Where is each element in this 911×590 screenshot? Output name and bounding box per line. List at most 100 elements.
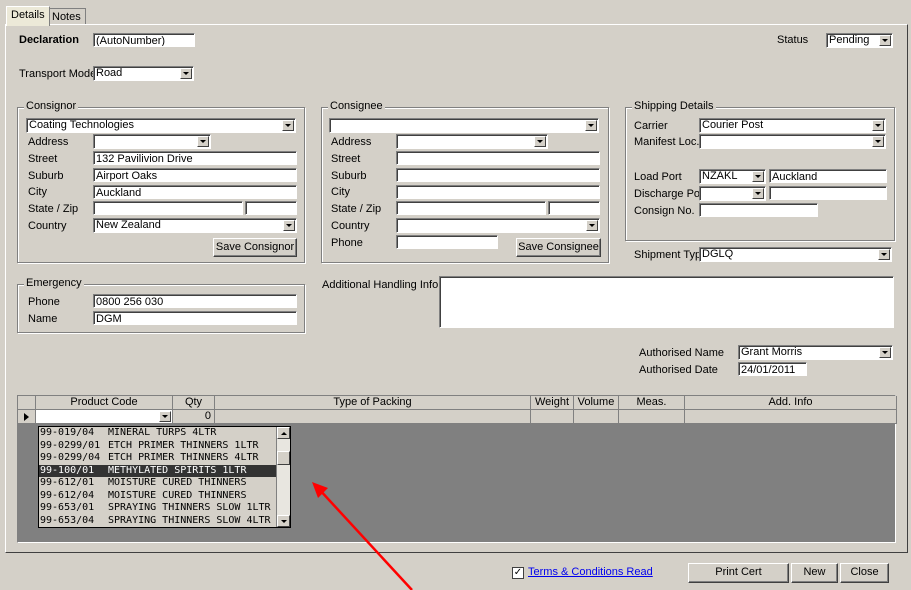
option-code: 99-612/01 [40,477,95,488]
option-code: 99-653/01 [40,502,95,513]
discharge-port-select[interactable] [699,186,766,201]
dropdown-option[interactable]: 99-653/04 SPRAYING THINNERS SLOW 4LTR [39,515,277,528]
col-meas[interactable]: Meas. [619,396,685,410]
dropdown-option[interactable]: 99-0299/01 ETCH PRIMER THINNERS 1LTR [39,440,277,453]
col-volume[interactable]: Volume [574,396,619,410]
consignee-phone-field[interactable] [396,235,498,249]
chevron-down-icon[interactable] [872,136,884,147]
consignee-address-select[interactable] [396,134,548,149]
col-product-code[interactable]: Product Code [36,396,173,410]
emergency-name-label: Name [28,313,58,325]
discharge-port-label: Discharge Port [634,188,707,200]
carrier-value: Courier Post [702,119,764,131]
tab-details[interactable]: Details [6,6,50,26]
current-row-icon[interactable] [18,410,36,424]
option-code: 99-0299/01 [40,439,101,451]
dropdown-option[interactable]: 99-019/04 MINERAL TURPS 4LTR [39,427,277,440]
shipment-type-select[interactable]: DGLQ [699,247,892,262]
dropdown-option[interactable]: 99-653/01 SPRAYING THINNERS SLOW 1LTR [39,502,277,515]
option-description: MOISTURE CURED THINNERS [108,477,247,488]
consignor-name-select[interactable]: Coating Technologies [26,118,296,133]
chevron-down-icon[interactable] [197,136,209,147]
status-select[interactable]: Pending [826,33,893,48]
declaration-field[interactable]: (AutoNumber) [93,33,195,47]
consignee-country-select[interactable] [396,218,600,233]
chevron-down-icon[interactable] [282,120,294,131]
scroll-up-icon[interactable] [277,427,290,439]
transport-mode-select[interactable]: Road [93,66,194,81]
product-code-dropdown-list[interactable]: 99-019/04 MINERAL TURPS 4LTR 99-0299/01 ETC… [38,426,291,528]
emergency-title: Emergency [24,277,84,289]
scroll-down-icon[interactable] [277,515,290,527]
consignor-state-field[interactable] [93,201,243,215]
scroll-thumb[interactable] [277,451,290,465]
new-button[interactable]: New [791,563,838,583]
row-selector-header [18,396,36,410]
packing-cell[interactable] [215,410,531,424]
consignee-city-field[interactable] [396,185,600,199]
volume-cell[interactable] [574,410,619,424]
dropdown-option[interactable]: 99-612/04 MOISTURE CURED THINNERS [39,490,277,503]
chevron-down-icon[interactable] [752,171,764,182]
consignee-street-field[interactable] [396,151,600,165]
dropdown-scrollbar[interactable] [276,427,290,527]
consignee-name-select[interactable] [329,118,599,133]
chevron-down-icon[interactable] [283,220,295,231]
col-type-of-packing[interactable]: Type of Packing [215,396,531,410]
qty-cell[interactable]: 0 [173,410,215,424]
print-cert-button[interactable]: Print Cert [688,563,789,583]
chevron-down-icon[interactable] [180,68,192,79]
close-button[interactable]: Close [840,563,889,583]
load-port-name-field[interactable]: Auckland [769,169,887,183]
load-port-select[interactable]: NZAKL [699,169,766,184]
consignor-address-select[interactable] [93,134,211,149]
consignee-suburb-field[interactable] [396,168,600,182]
chevron-down-icon[interactable] [534,136,546,147]
save-consignee-button[interactable]: Save Consignee [516,238,601,257]
emergency-phone-field[interactable]: 0800 256 030 [93,294,297,308]
chevron-down-icon[interactable] [586,220,598,231]
dropdown-option[interactable]: 99-612/01 MOISTURE CURED THINNERS [39,477,277,490]
carrier-select[interactable]: Courier Post [699,118,886,133]
chevron-down-icon[interactable] [872,120,884,131]
weight-cell[interactable] [531,410,574,424]
consignor-street-field[interactable]: 132 Pavilivion Drive [93,151,297,165]
manifest-loc-select[interactable] [699,134,886,149]
save-consignor-button[interactable]: Save Consignor [213,238,297,257]
dropdown-option[interactable]: 99-0299/04 ETCH PRIMER THINNERS 4LTR [39,452,277,465]
chevron-down-icon[interactable] [879,347,891,358]
consign-no-field[interactable] [699,203,818,217]
shipping-details-title: Shipping Details [632,100,716,112]
terms-checkbox[interactable]: ✓ [512,567,524,579]
tab-notes[interactable]: Notes [47,8,86,25]
consignor-name: Coating Technologies [29,119,134,131]
meas-cell[interactable] [619,410,685,424]
shipment-type-value: DGLQ [702,248,734,260]
discharge-port-name-field[interactable] [769,186,887,200]
chevron-down-icon[interactable] [878,249,890,260]
product-code-cell[interactable] [36,410,173,424]
chevron-down-icon[interactable] [752,188,764,199]
authorised-date-field[interactable]: 24/01/2011 [738,362,807,376]
consignee-zip-field[interactable] [548,201,600,215]
consignor-suburb-field[interactable]: Airport Oaks [93,168,297,182]
consignor-zip-field[interactable] [245,201,297,215]
consignee-state-field[interactable] [396,201,546,215]
authorised-name-select[interactable]: Grant Morris [738,345,893,360]
col-qty[interactable]: Qty [173,396,215,410]
col-add-info[interactable]: Add. Info [685,396,897,410]
chevron-down-icon[interactable] [159,411,171,422]
consignor-country-select[interactable]: New Zealand [93,218,297,233]
emergency-name-field[interactable]: DGM [93,311,297,325]
terms-link[interactable]: Terms & Conditions Read [528,566,653,578]
option-code: 99-653/04 [40,514,95,526]
col-weight[interactable]: Weight [531,396,574,410]
chevron-down-icon[interactable] [585,120,597,131]
handling-info-field[interactable] [439,276,894,328]
dropdown-option[interactable]: 99-100/01 METHYLATED SPIRITS 1LTR [39,464,277,477]
option-description: ETCH PRIMER THINNERS 4LTR [108,452,259,463]
transport-mode-value: Road [96,67,123,79]
consignor-city-field[interactable]: Auckland [93,185,297,199]
add-info-cell[interactable] [685,410,897,424]
chevron-down-icon[interactable] [879,35,891,46]
